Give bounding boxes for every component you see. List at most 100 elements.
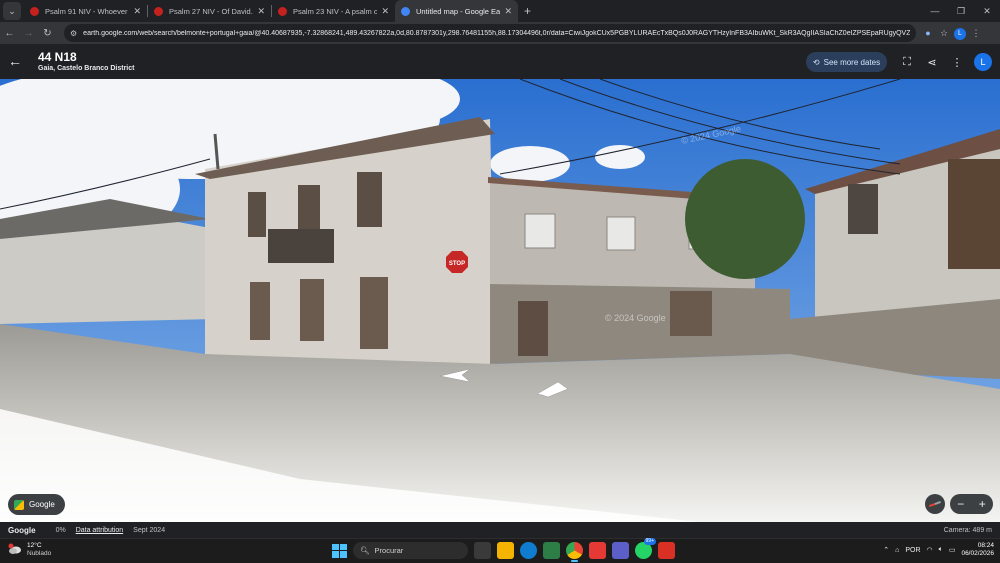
search-placeholder: Procurar bbox=[374, 546, 404, 555]
window bbox=[848, 184, 878, 234]
see-more-dates-label: See more dates bbox=[823, 57, 881, 67]
window bbox=[248, 192, 266, 237]
clock-time: 08:24 bbox=[977, 542, 994, 549]
taskbar-search[interactable]: 🔍︎ Procurar bbox=[353, 542, 468, 559]
history-icon: ⟲ bbox=[812, 57, 820, 67]
tab-google-earth[interactable]: Untitled map - Google Earth ✕ bbox=[395, 0, 518, 22]
balcony bbox=[268, 229, 334, 263]
minimize-icon[interactable]: — bbox=[922, 0, 948, 22]
tab-search-icon[interactable]: ⌄ bbox=[3, 2, 21, 20]
tab-favicon-icon bbox=[154, 6, 163, 16]
window bbox=[357, 172, 382, 227]
cloudy-weather-icon bbox=[8, 542, 22, 554]
forward-icon[interactable]: → bbox=[19, 28, 38, 39]
google-logo: Google bbox=[8, 525, 36, 535]
stop-sign-text: STOP bbox=[449, 261, 465, 267]
store-icon[interactable] bbox=[543, 542, 560, 559]
input-language[interactable]: POR bbox=[905, 547, 920, 554]
back-icon[interactable]: ← bbox=[0, 28, 19, 39]
clock[interactable]: 08:24 06/02/2026 bbox=[961, 542, 994, 558]
tab-psalm-91[interactable]: Psalm 91 NIV - Whoever dwells ✕ bbox=[24, 0, 147, 22]
pdf-app-icon[interactable] bbox=[658, 542, 675, 559]
close-tab-icon[interactable]: ✕ bbox=[257, 6, 265, 17]
data-attribution-link[interactable]: Data attribution bbox=[76, 527, 123, 534]
header-actions: ⛶ ⋖ ⋮ bbox=[897, 52, 972, 72]
tab-title: Untitled map - Google Earth bbox=[416, 6, 501, 16]
window bbox=[606, 216, 636, 251]
see-more-dates-button[interactable]: ⟲ See more dates bbox=[806, 52, 887, 72]
browser-profile-avatar[interactable]: L bbox=[952, 27, 968, 40]
reload-icon[interactable]: ↻ bbox=[38, 28, 57, 39]
fullscreen-icon[interactable]: ⛶ bbox=[897, 56, 917, 69]
edge-icon[interactable] bbox=[520, 542, 537, 559]
windows-taskbar: 12°C Nublado 🔍︎ Procurar 99+ ⌃ ⌂ POR ◠ 🔈… bbox=[0, 538, 1000, 563]
tab-strip: ⌄ Psalm 91 NIV - Whoever dwells ✕ Psalm … bbox=[0, 0, 1000, 22]
window bbox=[524, 213, 556, 249]
network-icon[interactable]: ⌂ bbox=[895, 547, 899, 554]
loading-percent: 0% bbox=[55, 526, 66, 534]
file-explorer-icon[interactable] bbox=[497, 542, 514, 559]
zoom-in-button[interactable]: + bbox=[972, 494, 994, 514]
door bbox=[250, 282, 270, 340]
weather-widget[interactable]: 12°C Nublado bbox=[8, 542, 51, 558]
weather-condition: Nublado bbox=[27, 550, 52, 557]
clock-date: 06/02/2026 bbox=[961, 550, 994, 557]
close-tab-icon[interactable]: ✕ bbox=[133, 6, 141, 17]
share-icon[interactable]: ⋖ bbox=[922, 56, 942, 69]
door bbox=[518, 301, 548, 356]
photo-watermark: © 2024 Google bbox=[605, 313, 666, 323]
profile-initial: L bbox=[954, 27, 966, 40]
restore-icon[interactable]: ❐ bbox=[948, 0, 974, 22]
toolbar-actions: ● ☆ L ⋮ bbox=[920, 24, 984, 42]
wifi-icon[interactable]: ◠ bbox=[927, 546, 933, 554]
panorama-scene: STOP © 2024 Google © 2024 Google bbox=[0, 79, 1000, 522]
battery-icon[interactable]: ▭ bbox=[949, 546, 956, 554]
door bbox=[670, 291, 712, 336]
imagery-date: Sept 2024 bbox=[133, 526, 166, 534]
volume-icon[interactable]: 🔈︎ bbox=[939, 546, 943, 554]
more-options-icon[interactable]: ⋮ bbox=[947, 56, 967, 69]
street-view-panorama[interactable]: STOP © 2024 Google © 2024 Google Google … bbox=[0, 79, 1000, 522]
tab-title: Psalm 27 NIV - Of David. The L bbox=[169, 6, 253, 16]
url-text[interactable]: earth.google.com/web/search/belmonte+por… bbox=[83, 30, 910, 37]
browser-menu-icon[interactable]: ⋮ bbox=[968, 28, 984, 39]
site-info-icon[interactable]: ⚙ bbox=[70, 29, 77, 38]
zoom-out-button[interactable]: − bbox=[950, 494, 972, 514]
bookmark-star-icon[interactable]: ☆ bbox=[936, 28, 952, 39]
compass-icon[interactable] bbox=[925, 494, 945, 514]
tree bbox=[685, 159, 805, 279]
tab-title: Psalm 23 NIV - A psalm of Davi bbox=[293, 6, 378, 16]
windows-start-icon[interactable] bbox=[331, 543, 347, 559]
zoom-control: − + bbox=[950, 494, 993, 514]
door bbox=[300, 279, 324, 341]
earth-favicon-icon bbox=[401, 6, 410, 16]
close-window-icon[interactable]: ✕ bbox=[974, 0, 1000, 22]
chrome-icon[interactable] bbox=[566, 542, 583, 562]
tab-psalm-27[interactable]: Psalm 27 NIV - Of David. The L ✕ bbox=[148, 0, 271, 22]
wooden-door bbox=[948, 159, 1000, 269]
account-avatar[interactable]: L bbox=[974, 53, 992, 71]
close-tab-icon[interactable]: ✕ bbox=[504, 6, 512, 17]
address-bar[interactable]: ⚙ earth.google.com/web/search/belmonte+p… bbox=[64, 24, 916, 42]
close-tab-icon[interactable]: ✕ bbox=[381, 6, 389, 17]
earth-status-bar: Google 0% Data attribution Sept 2024 Cam… bbox=[0, 522, 1000, 538]
tab-title: Psalm 91 NIV - Whoever dwells bbox=[45, 6, 129, 16]
google-chip-label: Google bbox=[29, 500, 55, 509]
browser-toolbar: ← → ↻ ⚙ earth.google.com/web/search/belm… bbox=[0, 22, 1000, 44]
earth-header: ← 44 N18 Gaia, Castelo Branco District ⟲… bbox=[0, 44, 1000, 79]
teams-icon[interactable] bbox=[612, 542, 629, 559]
back-arrow-icon[interactable]: ← bbox=[8, 53, 22, 69]
place-subtitle: Gaia, Castelo Branco District bbox=[38, 65, 135, 72]
youtube-icon[interactable] bbox=[589, 542, 606, 559]
task-view-icon[interactable] bbox=[474, 542, 491, 559]
google-logo-button[interactable]: Google bbox=[8, 494, 65, 515]
tab-favicon-icon bbox=[30, 6, 39, 16]
show-hidden-icons-icon[interactable]: ⌃ bbox=[883, 546, 889, 554]
extension-icon[interactable]: ● bbox=[920, 28, 936, 38]
window-controls: — ❐ ✕ bbox=[922, 0, 1000, 22]
new-tab-button[interactable]: + bbox=[524, 4, 531, 18]
camera-altitude: Camera: 489 m bbox=[943, 526, 992, 534]
tab-psalm-23[interactable]: Psalm 23 NIV - A psalm of Davi ✕ bbox=[272, 0, 395, 22]
tab-favicon-icon bbox=[278, 6, 287, 16]
whatsapp-icon[interactable]: 99+ bbox=[635, 538, 656, 559]
